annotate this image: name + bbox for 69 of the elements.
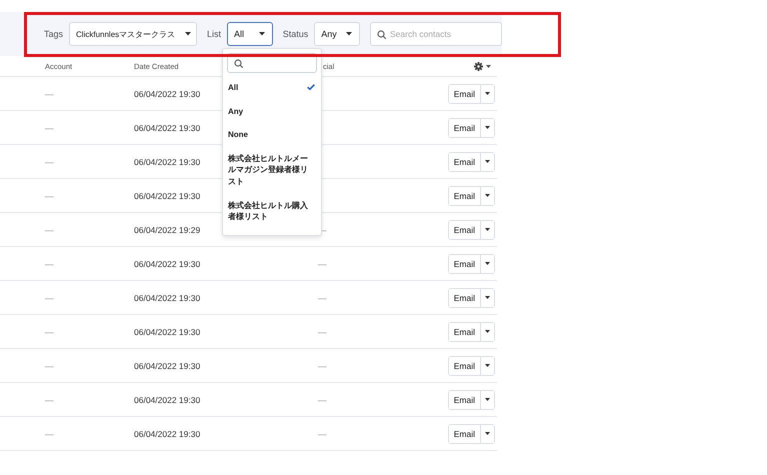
filter-label: Tags <box>44 29 64 39</box>
email-button[interactable]: Email <box>448 322 481 340</box>
caret-icon <box>485 160 490 163</box>
caret-icon <box>485 228 490 231</box>
search-icon <box>234 58 243 68</box>
caret-icon <box>346 32 352 36</box>
caret-icon <box>485 398 490 401</box>
email-button[interactable]: Email <box>448 424 481 442</box>
email-button[interactable]: Email <box>448 254 481 272</box>
email-button[interactable]: Email <box>448 288 481 306</box>
table-cell: 06/04/2022 19:30 <box>134 88 200 98</box>
table-cell: — <box>45 156 54 166</box>
table-cell: 06/04/2022 19:30 <box>134 428 200 438</box>
email-button[interactable]: Email <box>448 186 481 204</box>
table-cell: — <box>318 360 326 370</box>
menu-item[interactable]: 株式会社ヒルトル購入者様リスト <box>228 200 315 223</box>
menu-item[interactable]: None <box>228 129 248 141</box>
menu-item[interactable]: All <box>228 82 238 94</box>
caret-icon <box>485 330 490 333</box>
caret-icon <box>485 92 490 95</box>
email-button[interactable]: Email <box>448 152 481 170</box>
table-cell: 06/04/2022 19:30 <box>134 190 200 200</box>
table-cell: — <box>45 292 54 302</box>
dropdown-select[interactable]: Any <box>314 22 360 46</box>
table-cell: — <box>45 122 54 132</box>
table-cell: — <box>318 394 326 404</box>
settings-icon <box>474 62 483 70</box>
filter-label: Status <box>282 29 308 39</box>
table-cell: 06/04/2022 19:30 <box>134 360 200 370</box>
table-cell: 06/04/2022 19:30 <box>134 156 200 166</box>
email-button[interactable]: Email <box>448 356 481 374</box>
dropdown-select[interactable]: All <box>227 22 273 46</box>
caret-icon <box>485 364 490 367</box>
caret-icon <box>485 194 490 197</box>
caret-icon <box>185 32 191 36</box>
table-cell: 06/04/2022 19:30 <box>134 258 200 268</box>
table-cell: — <box>45 428 54 438</box>
table-cell: 06/04/2022 19:29 <box>134 224 200 234</box>
email-button[interactable]: Email <box>448 84 481 102</box>
table-cell: 06/04/2022 19:30 <box>134 326 200 336</box>
filter-label: List <box>207 29 222 39</box>
table-cell: — <box>45 360 54 370</box>
caret-icon <box>485 432 490 435</box>
table-cell: 06/04/2022 19:30 <box>134 292 200 302</box>
table-cell: 06/04/2022 19:30 <box>134 394 200 404</box>
table-cell: — <box>318 258 326 268</box>
caret-icon <box>258 32 265 36</box>
caret-icon <box>485 296 490 299</box>
dropdown-select[interactable]: Clickfunnlesマスタークラス <box>69 22 197 46</box>
table-cell: — <box>45 258 54 268</box>
table-cell: — <box>318 428 326 438</box>
email-button[interactable]: Email <box>448 390 481 408</box>
caret-icon <box>485 262 490 265</box>
email-button[interactable]: Email <box>448 220 481 238</box>
table-cell: — <box>45 394 54 404</box>
table-cell: — <box>45 326 54 336</box>
search-field[interactable]: Search contacts <box>370 22 502 46</box>
table-cell: — <box>45 224 54 234</box>
table-cell: — <box>45 88 54 98</box>
email-button[interactable]: Email <box>448 118 481 136</box>
table-cell: 06/04/2022 19:30 <box>134 122 200 132</box>
search-icon <box>377 30 386 38</box>
table-cell: — <box>318 292 326 302</box>
table-cell: — <box>45 190 54 200</box>
menu-item[interactable]: Any <box>228 106 244 118</box>
caret-icon <box>485 126 490 129</box>
table-cell: — <box>318 326 326 336</box>
caret-icon <box>486 64 491 68</box>
menu-item[interactable]: 株式会社ヒルトルメールマガジン登録者様リスト <box>228 152 315 188</box>
